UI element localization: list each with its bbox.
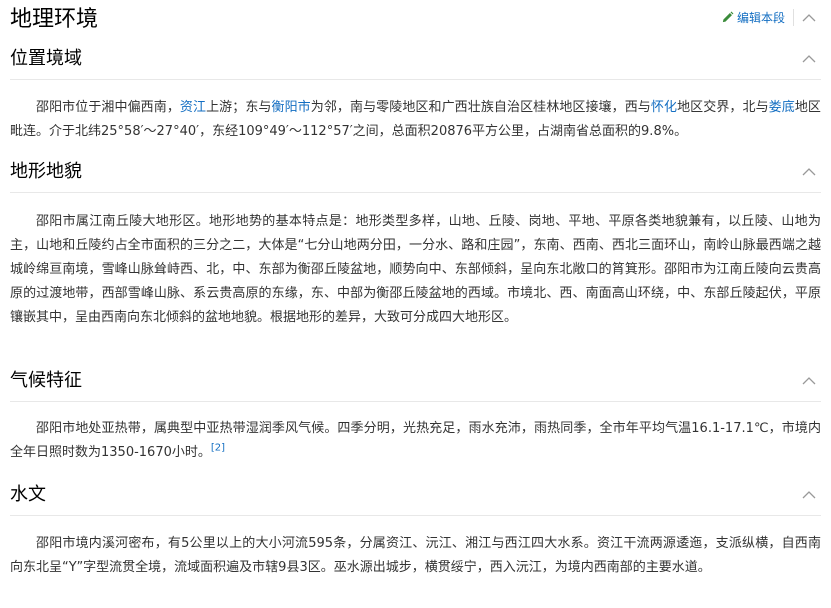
paragraph-text: 邵阳市属江南丘陵大地形区。地形地势的基本特点是：地形类型多样，山地、丘陵、岗地、… <box>10 214 821 325</box>
paragraph-text: 上游；东与 <box>206 100 272 115</box>
section-location: 位置境域 邵阳市位于湘中偏西南，资江上游；东与衡阳市为邻，南与零陵地区和广西壮族… <box>0 42 831 144</box>
inline-link[interactable]: 怀化 <box>651 100 677 115</box>
section-climate: 气候特征 邵阳市地处亚热带，属典型中亚热带湿润季风气候。四季分明，光热充足，雨水… <box>0 364 831 465</box>
paragraph-text: 邵阳市地处亚热带，属典型中亚热带湿润季风气候。四季分明，光热充足，雨水充沛，雨热… <box>10 421 821 460</box>
section-paragraph: 邵阳市境内溪河密布，有5公里以上的大小河流595条，分属资江、沅江、湘江与西江四… <box>0 532 831 580</box>
heading-divider <box>793 9 794 26</box>
chevron-up-icon[interactable] <box>801 51 817 67</box>
section-header: 地形地貌 <box>0 155 831 193</box>
chevron-up-icon[interactable] <box>801 10 817 26</box>
paragraph-text: 邵阳市境内溪河密布，有5公里以上的大小河流595条，分属资江、沅江、湘江与西江四… <box>10 536 821 575</box>
page-title: 地理环境 <box>10 7 99 32</box>
chevron-up-icon[interactable] <box>801 164 817 180</box>
main-heading-row: 地理环境 编辑本段 <box>0 0 831 40</box>
section-divider <box>10 192 821 193</box>
section-divider <box>10 79 821 80</box>
citation-reference[interactable]: [2] <box>211 443 225 454</box>
section-title: 地形地貌 <box>10 161 82 182</box>
chevron-up-icon[interactable] <box>801 373 817 389</box>
paragraph-text: 邵阳市位于湘中偏西南， <box>36 100 180 115</box>
section-title: 水文 <box>10 484 46 505</box>
section-header: 水文 <box>0 478 831 516</box>
inline-link[interactable]: 娄底 <box>769 100 795 115</box>
paragraph-text: 为邻，南与零陵地区和广西壮族自治区桂林地区接壤，西与 <box>310 100 651 115</box>
section-title: 气候特征 <box>10 370 82 391</box>
section-header: 位置境域 <box>0 42 831 80</box>
inline-link[interactable]: 资江 <box>180 100 206 115</box>
encyclopedia-article: 地理环境 编辑本段 位置境域 邵阳市位于湘中偏西南，资江上游；东与衡阳市为邻，南… <box>0 0 831 608</box>
section-terrain: 地形地貌 邵阳市属江南丘陵大地形区。地形地势的基本特点是：地形类型多样，山地、丘… <box>0 155 831 330</box>
section-title: 位置境域 <box>10 48 82 69</box>
section-paragraph: 邵阳市地处亚热带，属典型中亚热带湿润季风气候。四季分明，光热充足，雨水充沛，雨热… <box>0 417 831 465</box>
section-divider <box>10 515 821 516</box>
section-divider <box>10 401 821 402</box>
paragraph-text: 地区交界，北与 <box>677 100 769 115</box>
inline-link[interactable]: 衡阳市 <box>272 100 311 115</box>
section-paragraph: 邵阳市属江南丘陵大地形区。地形地势的基本特点是：地形类型多样，山地、丘陵、岗地、… <box>0 210 831 330</box>
edit-section-label: 编辑本段 <box>736 11 785 25</box>
pencil-icon <box>722 11 734 23</box>
chevron-up-icon[interactable] <box>801 487 817 503</box>
section-hydrology: 水文 邵阳市境内溪河密布，有5公里以上的大小河流595条，分属资江、沅江、湘江与… <box>0 478 831 580</box>
section-paragraph: 邵阳市位于湘中偏西南，资江上游；东与衡阳市为邻，南与零陵地区和广西壮族自治区桂林… <box>0 96 831 144</box>
section-header: 气候特征 <box>0 364 831 402</box>
edit-section-button[interactable]: 编辑本段 <box>721 8 785 28</box>
